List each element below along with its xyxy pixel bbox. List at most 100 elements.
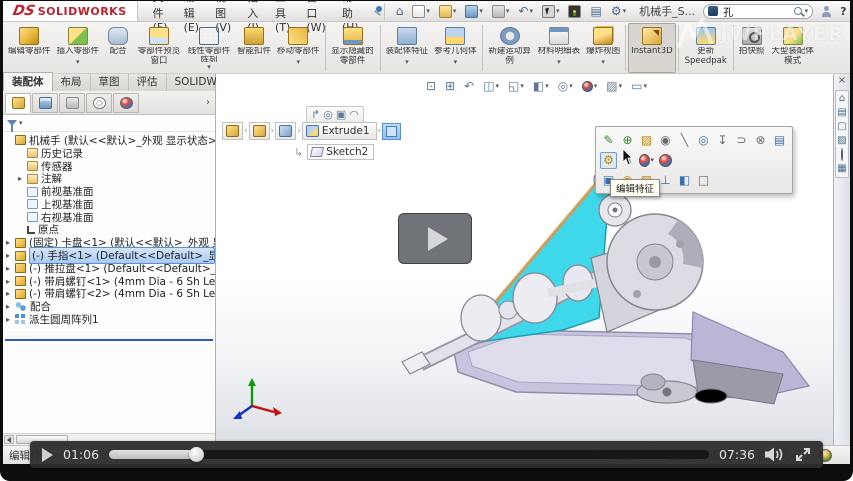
dropdown-caret[interactable]: ▾ xyxy=(506,7,510,15)
expander-icon[interactable]: ▸ xyxy=(6,264,15,273)
mini-tool-icon[interactable]: ▣ xyxy=(336,108,346,121)
command-button[interactable]: 零部件预览窗口 xyxy=(134,23,184,73)
context-tool-icon[interactable]: ↧ xyxy=(714,132,731,149)
view-tool-button[interactable]: ⊞ xyxy=(443,79,457,93)
view-tool-button[interactable]: ◎ ▾ xyxy=(556,79,575,93)
quick-access-button[interactable]: ⌂ xyxy=(393,3,407,19)
tree-item[interactable]: 传感器 xyxy=(3,160,215,173)
expander-icon[interactable]: ▸ xyxy=(6,315,15,324)
filter-dropdown-caret[interactable]: ▾ xyxy=(19,119,23,127)
dropdown-caret[interactable]: ▾ xyxy=(297,58,301,66)
expander-icon[interactable]: ▸ xyxy=(6,251,15,260)
dropdown-caret[interactable]: ▾ xyxy=(529,7,533,15)
context-tool-icon[interactable]: ▨ xyxy=(638,132,655,149)
command-button[interactable]: 插入零部件 ▾ xyxy=(54,23,103,73)
search-icon[interactable] xyxy=(794,7,802,15)
ribbon-tab[interactable]: 布局 xyxy=(53,73,91,91)
mini-tool-icon[interactable]: ◠ xyxy=(349,108,359,121)
command-button[interactable]: 爆炸视图 ▾ xyxy=(583,23,623,73)
dropdown-caret[interactable]: ▾ xyxy=(453,7,457,15)
dropdown-caret[interactable]: ▾ xyxy=(557,58,561,66)
tree-item[interactable]: 上视基准面 xyxy=(3,198,215,211)
panel-tab[interactable] xyxy=(86,93,112,113)
task-pane-tab[interactable]: ▤ xyxy=(837,108,846,118)
dropdown-caret[interactable]: ▾ xyxy=(479,7,483,15)
dropdown-caret[interactable]: ▾ xyxy=(556,7,560,15)
context-tool-icon[interactable]: ⊗ xyxy=(752,132,769,149)
mini-tool-icon[interactable]: ↱ xyxy=(311,108,320,121)
command-button[interactable]: 线性零部件阵列 ▾ xyxy=(184,23,234,73)
command-button[interactable]: 拍快照 xyxy=(736,23,768,73)
tree-item[interactable]: ▸ 派生圆周阵列1 xyxy=(3,313,215,326)
command-button[interactable]: 新建运动算例 xyxy=(485,23,535,73)
context-tool-icon[interactable]: ╲ xyxy=(676,132,693,149)
context-tool-icon[interactable]: ✎ xyxy=(600,132,617,149)
seek-bar[interactable] xyxy=(109,450,709,459)
task-pane-close-icon[interactable]: × xyxy=(838,76,846,86)
quick-access-button[interactable]: ▤ xyxy=(587,3,604,19)
dropdown-caret[interactable]: ▾ xyxy=(623,7,627,15)
tree-item[interactable]: 右视基准面 xyxy=(3,211,215,224)
quick-access-button[interactable]: ▾ xyxy=(489,3,513,20)
view-tool-button[interactable]: ◧ ▾ xyxy=(531,79,551,93)
context-tool-icon[interactable]: ✎ xyxy=(619,152,636,169)
breadcrumb-chip[interactable] xyxy=(275,122,296,140)
task-pane-tab[interactable]: ▦ xyxy=(837,164,846,174)
task-pane-tab[interactable]: ▨ xyxy=(837,136,846,146)
context-tool-icon[interactable]: ◉ xyxy=(657,132,674,149)
command-button[interactable]: 移动零部件 ▾ xyxy=(274,23,323,73)
view-tool-button[interactable]: ↶ xyxy=(462,79,476,93)
dropdown-caret[interactable]: ▾ xyxy=(619,80,623,92)
breadcrumb-selected-chip[interactable] xyxy=(382,123,401,140)
login-user-icon[interactable] xyxy=(821,6,832,17)
task-pane-tab[interactable] xyxy=(841,150,843,160)
quick-access-button[interactable]: ↶ ▾ xyxy=(515,3,536,19)
video-play-overlay-button[interactable] xyxy=(398,213,472,264)
view-tool-button[interactable]: ◫ ▾ xyxy=(481,79,501,93)
breadcrumb-chip[interactable] xyxy=(222,122,243,140)
task-pane-tab[interactable]: ⌂ xyxy=(839,94,845,104)
command-button[interactable]: 智能扣件 xyxy=(234,23,274,73)
command-button[interactable]: 参考几何体 ▾ xyxy=(431,23,480,73)
help-button[interactable]: ? xyxy=(840,5,846,18)
dropdown-caret[interactable]: ▾ xyxy=(520,80,524,92)
context-tool-icon[interactable]: □ xyxy=(695,172,712,189)
quick-access-button[interactable]: ⚙ ▾ xyxy=(608,3,629,19)
context-tool-icon[interactable]: ▤ xyxy=(771,132,788,149)
view-tool-button[interactable]: ◱ ▾ xyxy=(506,79,526,93)
breadcrumb-feature-chip[interactable]: Extrude1 xyxy=(302,122,377,140)
context-tool-icon[interactable]: ◧ xyxy=(676,172,693,189)
dropdown-caret[interactable]: ▾ xyxy=(405,58,409,66)
panel-tab[interactable] xyxy=(113,93,139,113)
quick-access-button[interactable]: ▾ xyxy=(462,3,486,20)
dropdown-caret[interactable]: ▾ xyxy=(594,80,598,92)
command-button[interactable]: 配合 xyxy=(102,23,134,73)
view-tool-button[interactable]: ▾ xyxy=(580,79,600,93)
tree-item[interactable]: 历史记录 xyxy=(3,147,215,160)
ribbon-tab[interactable]: 草图 xyxy=(91,73,129,91)
context-tool-icon[interactable]: ⊃ xyxy=(733,132,750,149)
context-tool-icon[interactable] xyxy=(657,152,674,169)
command-button[interactable]: Instant3D xyxy=(628,23,676,73)
filter-icon[interactable] xyxy=(7,120,17,126)
context-tool-icon[interactable]: ◎ xyxy=(695,132,712,149)
dropdown-caret[interactable]: ▾ xyxy=(601,58,605,66)
ribbon-tab[interactable]: 装配体 xyxy=(3,72,53,91)
sketch-chip[interactable]: Sketch2 xyxy=(307,144,374,160)
dropdown-caret[interactable]: ▾ xyxy=(76,58,80,66)
dropdown-caret[interactable]: ▾ xyxy=(207,63,211,71)
volume-icon[interactable] xyxy=(765,447,785,462)
tree-item[interactable]: 前视基准面 xyxy=(3,185,215,198)
seek-handle[interactable] xyxy=(189,447,204,462)
expander-icon[interactable]: ▸ xyxy=(6,302,15,311)
panel-tab[interactable] xyxy=(32,93,58,113)
expander-icon[interactable]: ▸ xyxy=(6,277,15,286)
panel-tabs-overflow[interactable]: › xyxy=(206,97,213,108)
command-button[interactable]: 更新 Speedpak xyxy=(681,23,731,73)
command-button[interactable]: 大型装配体模式 xyxy=(768,23,818,73)
task-pane-tab[interactable]: ▢ xyxy=(837,122,846,132)
view-tool-button[interactable]: ▨ ▾ xyxy=(604,79,624,93)
panel-tab[interactable] xyxy=(5,93,31,113)
panel-tab[interactable] xyxy=(59,93,85,113)
mini-tool-icon[interactable]: ◎ xyxy=(323,108,333,121)
